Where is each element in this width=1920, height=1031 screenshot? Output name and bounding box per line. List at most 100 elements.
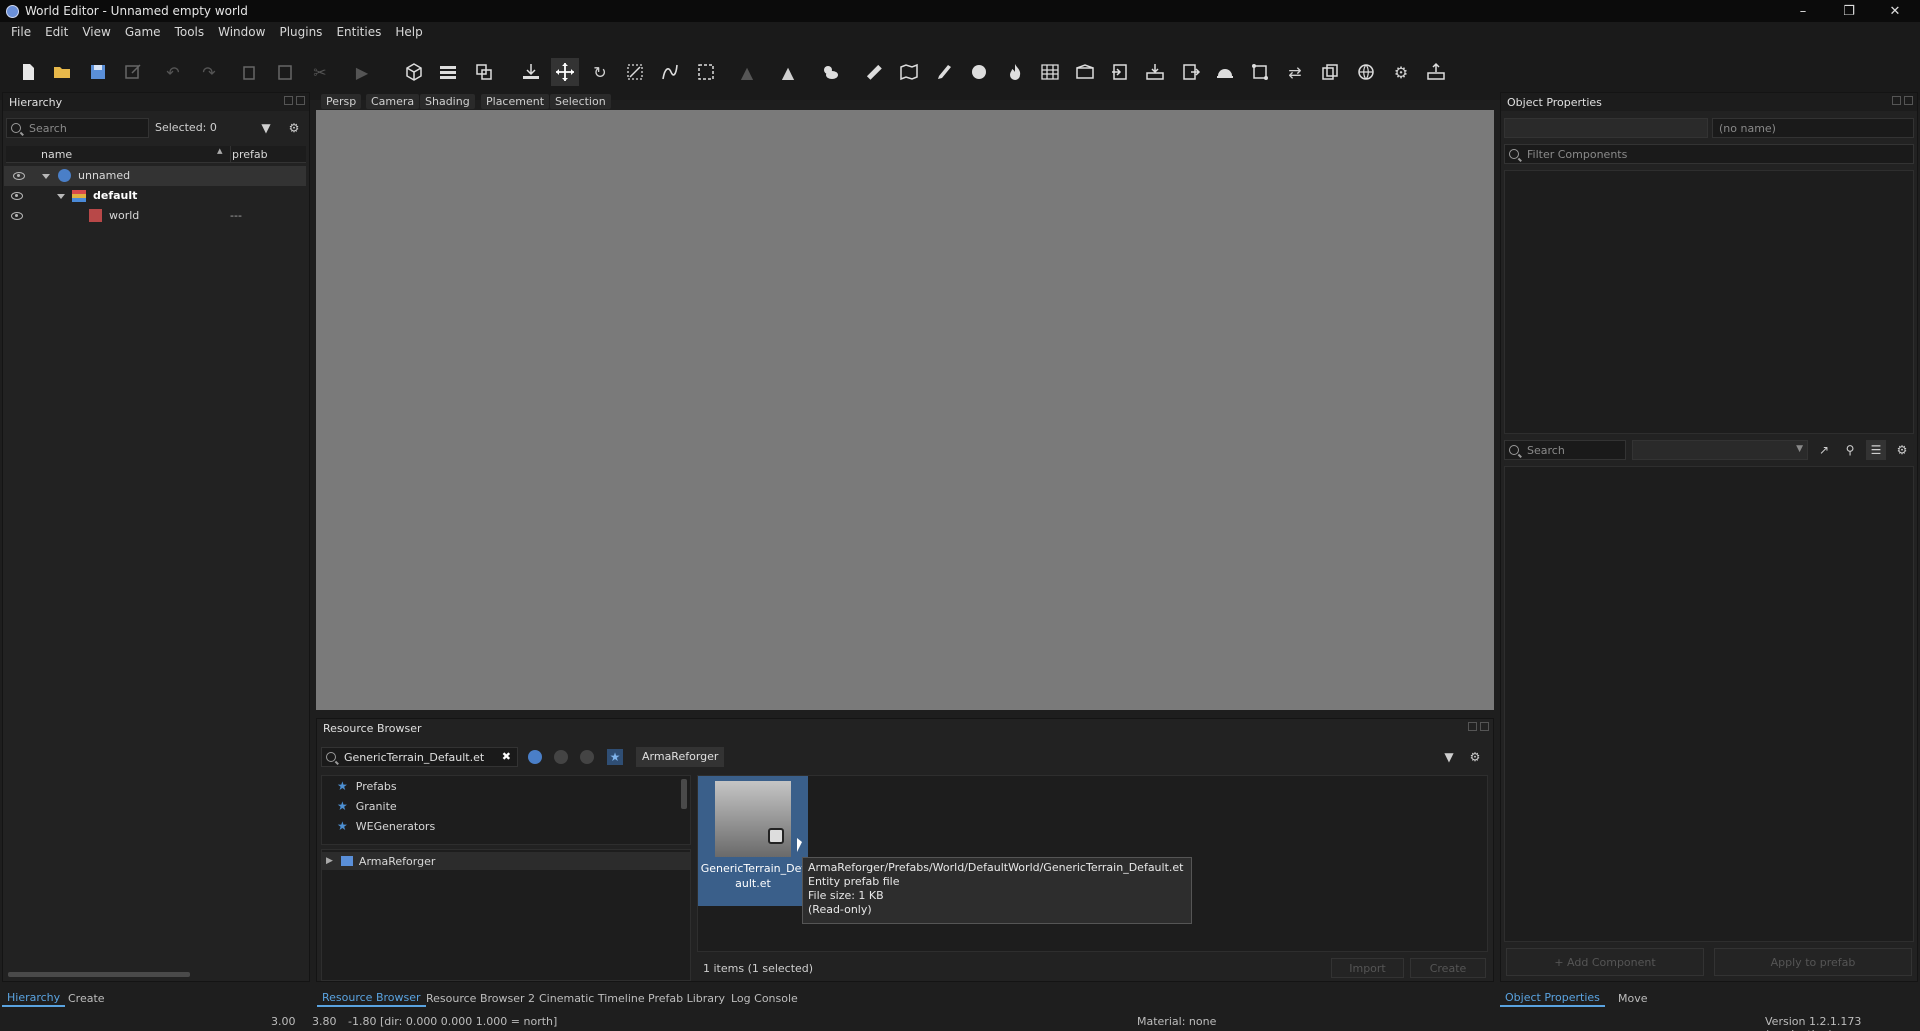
tab-move[interactable]: Move xyxy=(1613,990,1653,1007)
menu-window[interactable]: Window xyxy=(211,25,272,39)
scale-tool-icon[interactable] xyxy=(621,58,649,86)
hierarchy-search-input[interactable]: Search xyxy=(6,118,149,138)
favorite-item[interactable]: ★ Granite xyxy=(337,797,397,815)
visibility-eye-icon[interactable] xyxy=(11,192,23,200)
viewport-tab-shading[interactable]: Shading xyxy=(420,94,475,109)
float-panel-icon[interactable] xyxy=(1892,96,1901,105)
import-icon[interactable] xyxy=(1106,58,1134,86)
export-doc-icon[interactable] xyxy=(1177,58,1205,86)
viewport-tab-selection[interactable]: Selection xyxy=(550,94,611,109)
create-button[interactable]: Create xyxy=(1410,958,1486,978)
folder-tree-item-root[interactable]: ▶ ArmaReforger xyxy=(322,852,690,870)
tree-view-icon[interactable]: ☰ xyxy=(1866,440,1886,460)
tab-object-properties[interactable]: Object Properties xyxy=(1500,990,1605,1007)
cube-icon[interactable] xyxy=(400,58,428,86)
undo-icon[interactable]: ↶ xyxy=(159,58,187,86)
favorite-item[interactable]: ★ WEGenerators xyxy=(337,817,435,835)
visibility-eye-icon[interactable] xyxy=(11,212,23,220)
select-box-icon[interactable] xyxy=(692,58,720,86)
navigation-arrow-icon[interactable]: ▲ xyxy=(774,58,802,86)
terrain-icon[interactable]: ▲ xyxy=(733,58,761,86)
apply-to-prefab-button[interactable]: Apply to prefab xyxy=(1714,948,1912,976)
transform-icon[interactable] xyxy=(1246,58,1274,86)
new-file-icon[interactable] xyxy=(14,58,42,86)
redo-icon[interactable]: ↷ xyxy=(195,58,223,86)
close-panel-icon[interactable] xyxy=(1904,96,1913,105)
ruler-icon[interactable] xyxy=(860,58,888,86)
column-name[interactable]: name xyxy=(41,148,72,161)
stack-up-icon[interactable] xyxy=(1422,58,1450,86)
grid-icon[interactable] xyxy=(1036,58,1064,86)
clear-search-icon[interactable]: ✖ xyxy=(502,750,511,763)
properties-dropdown[interactable]: ▼ xyxy=(1632,440,1808,460)
close-panel-icon[interactable] xyxy=(1480,722,1489,731)
gear-icon[interactable]: ⚙ xyxy=(1892,440,1912,460)
filter-icon[interactable]: ▼ xyxy=(1439,747,1459,767)
restore-button[interactable]: ❐ xyxy=(1826,0,1872,22)
up-nav-icon[interactable] xyxy=(580,750,594,764)
layers-icon[interactable] xyxy=(434,58,462,86)
menu-plugins[interactable]: Plugins xyxy=(272,25,329,39)
gear-icon[interactable]: ⚙ xyxy=(284,118,304,138)
tab-hierarchy[interactable]: Hierarchy xyxy=(2,990,66,1007)
paste-icon[interactable] xyxy=(271,58,299,86)
import-button[interactable]: Import xyxy=(1331,958,1404,978)
back-nav-icon[interactable] xyxy=(528,750,542,764)
map-icon[interactable] xyxy=(895,58,923,86)
menu-edit[interactable]: Edit xyxy=(38,25,75,39)
weather-icon[interactable] xyxy=(816,58,844,86)
duplicate-icon[interactable] xyxy=(1316,58,1344,86)
3d-viewport[interactable] xyxy=(316,110,1494,710)
tab-prefab-library[interactable]: Prefab Library xyxy=(643,990,730,1007)
open-folder-icon[interactable] xyxy=(48,58,76,86)
float-panel-icon[interactable] xyxy=(1468,722,1477,731)
favorites-scrollbar[interactable] xyxy=(681,779,687,809)
open-external-icon[interactable]: ↗ xyxy=(1814,440,1834,460)
place-on-ground-icon[interactable] xyxy=(517,58,545,86)
prefab-box-icon[interactable] xyxy=(1071,58,1099,86)
properties-search-input[interactable]: Search xyxy=(1504,440,1626,460)
expand-arrow-icon[interactable] xyxy=(42,174,50,179)
close-window-button[interactable]: ✕ xyxy=(1872,0,1918,22)
tab-cinematic-timeline[interactable]: Cinematic Timeline xyxy=(534,990,650,1007)
menu-entities[interactable]: Entities xyxy=(329,25,388,39)
resource-item-selected[interactable]: GenericTerrain_Def ault.et xyxy=(698,776,808,906)
settings-gears-icon[interactable]: ⚙ xyxy=(1387,58,1415,86)
float-panel-icon[interactable] xyxy=(284,96,293,105)
viewport-tab-placement[interactable]: Placement xyxy=(481,94,550,109)
favorite-star-icon[interactable]: ★ xyxy=(607,749,623,765)
tab-resource-browser-2[interactable]: Resource Browser 2 xyxy=(421,990,540,1007)
globe-icon[interactable] xyxy=(1352,58,1380,86)
menu-game[interactable]: Game xyxy=(118,25,168,39)
tab-log-console[interactable]: Log Console xyxy=(726,990,803,1007)
forward-nav-icon[interactable] xyxy=(554,750,568,764)
expand-arrow-icon[interactable] xyxy=(57,194,65,199)
entity-name-field[interactable]: (no name) xyxy=(1712,118,1914,138)
rotate-tool-icon[interactable]: ↻ xyxy=(586,58,614,86)
snap-icon[interactable] xyxy=(470,58,498,86)
tab-create[interactable]: Create xyxy=(63,990,110,1007)
filter-icon[interactable]: ▼ xyxy=(256,118,276,138)
expand-arrow-icon[interactable]: ▶ xyxy=(326,856,333,866)
breadcrumb[interactable]: ArmaReforger xyxy=(636,747,725,767)
add-component-button[interactable]: + Add Component xyxy=(1506,948,1704,976)
brush-icon[interactable] xyxy=(930,58,958,86)
gear-icon[interactable]: ⚙ xyxy=(1465,747,1485,767)
minimize-button[interactable]: – xyxy=(1780,0,1826,22)
visibility-eye-icon[interactable] xyxy=(13,172,25,180)
helmet-icon[interactable] xyxy=(1211,58,1239,86)
viewport-tab-persp[interactable]: Persp xyxy=(321,94,362,109)
fire-icon[interactable] xyxy=(1001,58,1029,86)
menu-file[interactable]: File xyxy=(4,25,38,39)
export-icon[interactable] xyxy=(119,58,147,86)
resource-search-input[interactable]: GenericTerrain_Default.et ✖ xyxy=(321,747,518,767)
swap-icon[interactable]: ⇄ xyxy=(1281,58,1309,86)
move-tool-icon[interactable] xyxy=(551,58,579,86)
column-prefab[interactable]: prefab xyxy=(232,148,268,161)
tab-resource-browser[interactable]: Resource Browser xyxy=(317,990,426,1007)
entity-class-field[interactable] xyxy=(1504,118,1708,138)
search-icon[interactable]: ⚲ xyxy=(1840,440,1860,460)
tree-row-world[interactable]: world --- xyxy=(0,206,308,226)
favorite-item[interactable]: ★ Prefabs xyxy=(337,777,397,795)
play-icon[interactable]: ▶ xyxy=(348,58,376,86)
